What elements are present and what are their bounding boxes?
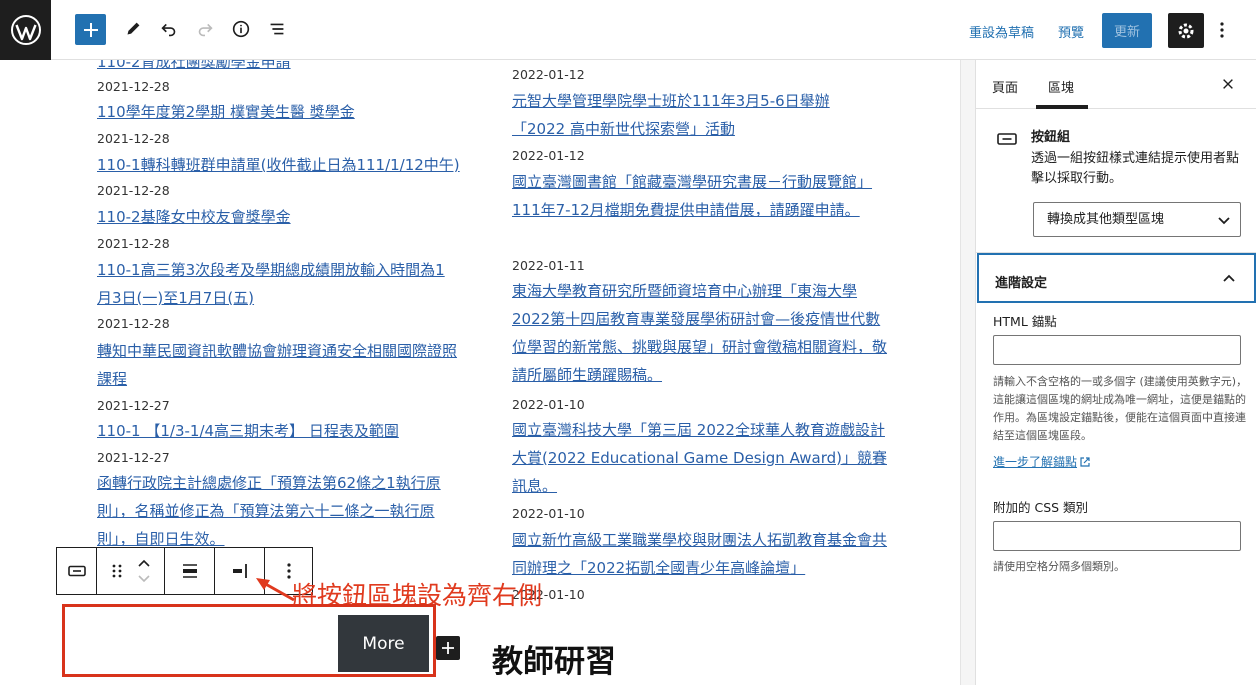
buttons-block-icon: [997, 133, 1017, 145]
news-link[interactable]: 110學年度第2學期 樸實美生醫 獎學金: [97, 98, 467, 126]
buttons-block-icon[interactable]: [57, 548, 97, 594]
tab-page[interactable]: 頁面: [992, 77, 1018, 96]
more-button[interactable]: More: [338, 615, 429, 672]
news-link[interactable]: 東海大學教育研究所暨師資培育中心辦理「東海大學2022第十四屆教育專業發展學術研…: [512, 277, 887, 389]
details-info-icon[interactable]: [225, 13, 257, 45]
advanced-settings-title: 進階設定: [995, 276, 1048, 291]
chevron-up-icon: [1223, 274, 1235, 282]
html-anchor-input[interactable]: [993, 335, 1241, 365]
news-date: 2022-01-10: [512, 397, 585, 412]
learn-more-anchor-link[interactable]: 進一步了解錨點: [993, 453, 1091, 470]
news-date: 2021-12-27: [97, 450, 170, 465]
settings-gear-icon[interactable]: [1168, 13, 1204, 48]
news-link[interactable]: 110-1 【1/3-1/4高三期末考】 日程表及範圍: [97, 417, 467, 445]
news-date: 2021-12-28: [97, 79, 170, 94]
close-sidebar-icon[interactable]: [1218, 74, 1238, 94]
move-up-down-icon[interactable]: [134, 557, 154, 585]
sidebar-tabs: 頁面 區塊: [976, 60, 1256, 109]
news-link[interactable]: 110-2育成社團獎勵學金申請: [97, 60, 467, 76]
switch-to-draft-link[interactable]: 重設為草稿: [969, 22, 1034, 41]
wordpress-logo-icon[interactable]: [0, 0, 51, 60]
news-date: 2022-01-11: [512, 258, 585, 273]
news-date: 2021-12-28: [97, 316, 170, 331]
news-date: 2021-12-28: [97, 131, 170, 146]
news-link[interactable]: 國立臺灣圖書館「館藏臺灣學研究書展－行動展覽館」111年7-12月檔期免費提供申…: [512, 168, 877, 224]
section-heading: 教師研習: [492, 644, 616, 680]
more-options-icon[interactable]: [1212, 16, 1232, 44]
news-link[interactable]: 110-1高三第3次段考及學期總成績開放輸入時間為1月3日(一)至1月7日(五): [97, 256, 459, 312]
html-anchor-help: 請輸入不含空格的一或多個字 (建議使用英數字元)，這能讓這個區塊的網址成為唯一網…: [993, 375, 1248, 442]
active-tab-indicator: [1036, 105, 1088, 109]
news-link[interactable]: 110-1轉科轉班群申請單(收件截止日為111/1/12中午): [97, 151, 467, 179]
drag-move-controls: [97, 548, 165, 594]
news-link[interactable]: 110-2基隆女中校友會獎學金: [97, 203, 467, 231]
news-date: 2021-12-28: [97, 236, 170, 251]
block-inserter-plus-icon[interactable]: [436, 636, 460, 660]
news-date: 2021-12-27: [97, 398, 170, 413]
add-block-button[interactable]: [75, 14, 106, 45]
css-class-label: 附加的 CSS 類別: [993, 500, 1089, 515]
news-link[interactable]: 國立臺灣科技大學「第三屆 2022全球華人教育遊戲設計大賞(2022 Educa…: [512, 416, 894, 500]
learn-more-text: 進一步了解錨點: [993, 455, 1078, 469]
drag-handle-icon[interactable]: [107, 561, 127, 581]
news-link[interactable]: 函轉行政院主計總處修正「預算法第62條之1執行原則」，名稱並修正為「預算法第六十…: [97, 469, 467, 553]
css-class-input[interactable]: [993, 521, 1241, 551]
news-date: 2022-01-12: [512, 67, 585, 82]
html-anchor-label: HTML 錨點: [993, 314, 1057, 329]
news-link[interactable]: 轉知中華民國資訊軟體協會辦理資通安全相關國際證照課程: [97, 337, 459, 393]
redo-icon[interactable]: [189, 13, 221, 45]
news-date: 2022-01-10: [512, 506, 585, 521]
settings-sidebar: 頁面 區塊 按鈕組 透過一組按鈕樣式連結提示使用者點擊以採取行動。 轉換成其他類…: [975, 60, 1256, 685]
canvas-scrollbar[interactable]: [960, 60, 975, 685]
preview-link[interactable]: 預覽: [1058, 22, 1084, 41]
undo-icon[interactable]: [153, 13, 185, 45]
update-button[interactable]: 更新: [1102, 13, 1152, 48]
list-view-icon[interactable]: [261, 13, 293, 45]
css-class-help: 請使用空格分隔多個類別。: [993, 560, 1125, 573]
chevron-down-icon: [1218, 217, 1230, 225]
block-title: 按鈕組: [1031, 130, 1071, 145]
justify-center-icon[interactable]: [165, 548, 215, 594]
transform-block-select[interactable]: 轉換成其他類型區塊: [1033, 202, 1241, 237]
tab-block[interactable]: 區塊: [1048, 77, 1074, 96]
block-description: 透過一組按鈕樣式連結提示使用者點擊以採取行動。: [1031, 151, 1240, 186]
annotation-arrow-icon: [256, 578, 295, 602]
edit-pencil-icon[interactable]: [117, 13, 149, 45]
transform-select-value: 轉換成其他類型區塊: [1047, 212, 1165, 227]
external-link-icon: [1080, 457, 1090, 467]
editor-top-bar: 重設為草稿 預覽 更新: [0, 0, 1256, 60]
news-date: 2021-12-28: [97, 183, 170, 198]
news-link[interactable]: 元智大學管理學院學士班於111年3月5-6日舉辦「2022 高中新世代探索營」活…: [512, 87, 857, 143]
news-date: 2022-01-12: [512, 148, 585, 163]
news-link[interactable]: 國立新竹高級工業職業學校與財團法人拓凱教育基金會共同辦理之「2022拓凱全國青少…: [512, 526, 887, 582]
advanced-settings-toggle[interactable]: 進階設定: [977, 253, 1256, 303]
